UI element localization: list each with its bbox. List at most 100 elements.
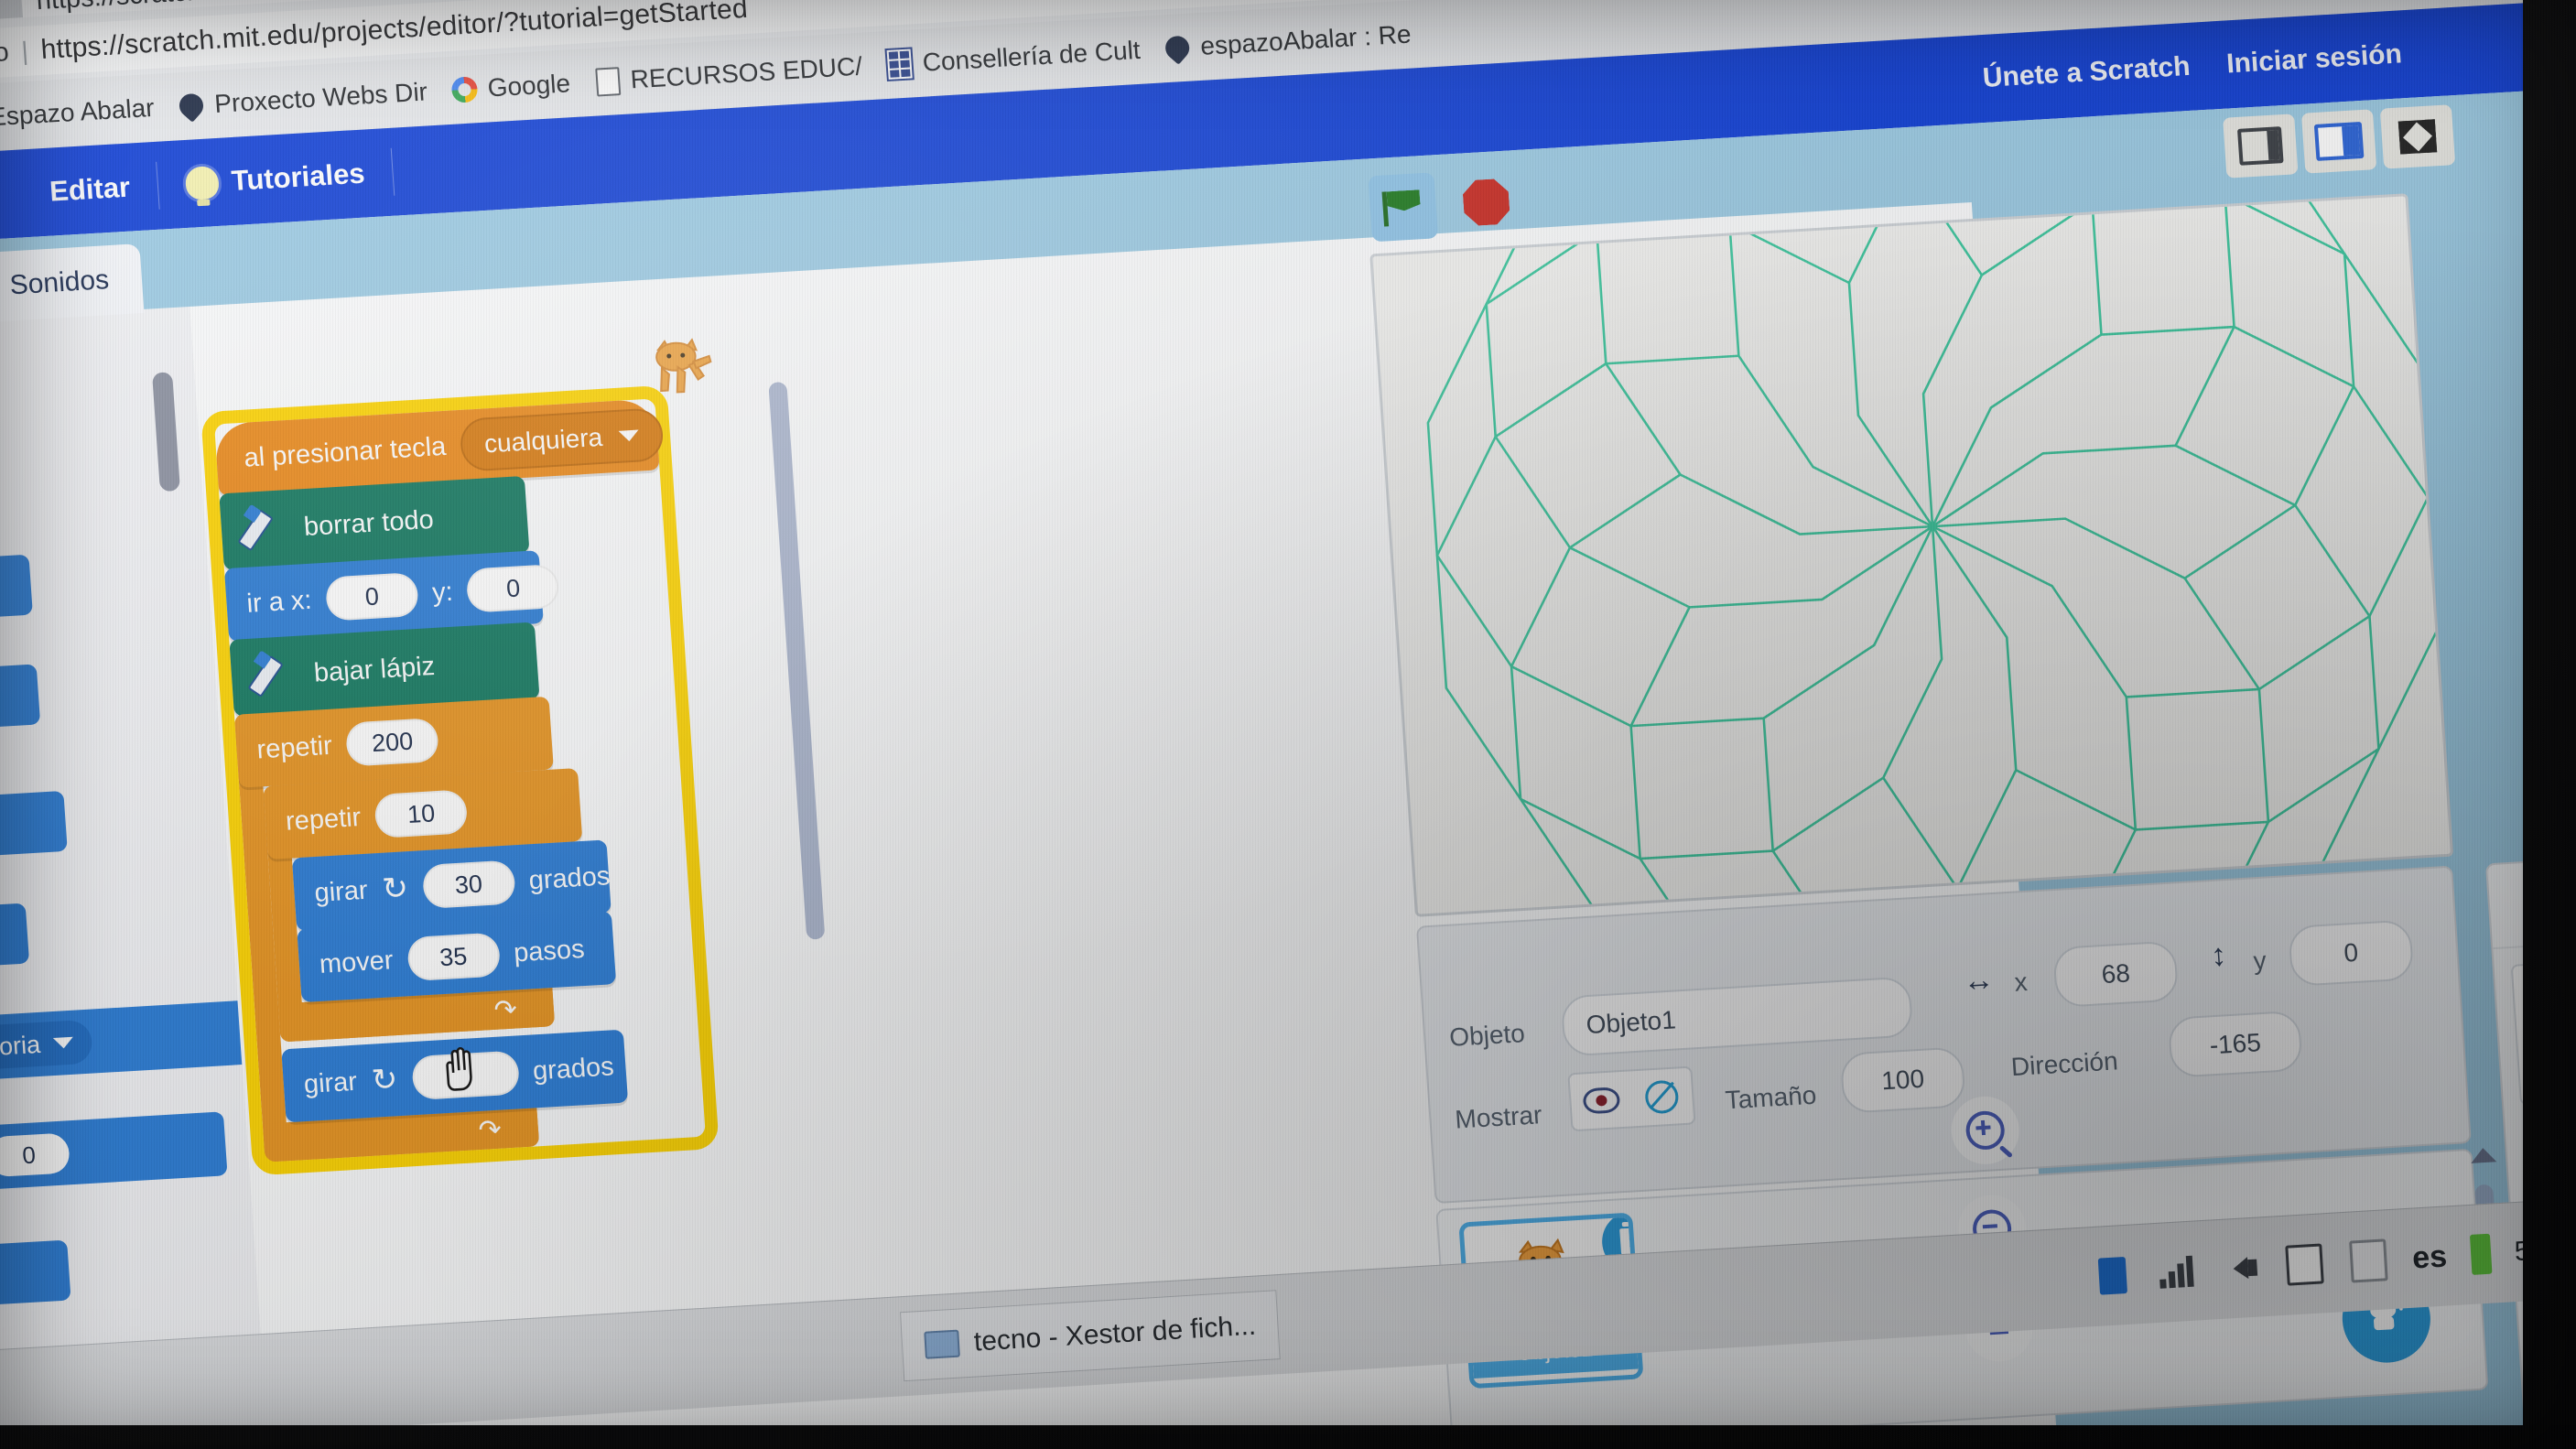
bookmark-label: Consellería de Cult [921, 35, 1142, 77]
run-controls [1355, 160, 1512, 251]
monitor-bezel-right [2523, 0, 2576, 1449]
block-suffix: grados [531, 1051, 615, 1086]
bookmark-recursos[interactable]: RECURSOS EDUC/ [593, 52, 863, 97]
palette-y-field[interactable]: 0 [0, 1132, 71, 1178]
display-icon[interactable] [2283, 1243, 2325, 1286]
x-label: x [2013, 967, 2029, 997]
green-flag-icon [1381, 189, 1424, 227]
chevron-down-icon [52, 1036, 74, 1050]
palette-block-4[interactable] [0, 903, 30, 982]
palette-block-2[interactable]: dos [0, 664, 41, 744]
secure-label: guro [0, 37, 10, 70]
bookmark-proxecto-webs[interactable]: Proxecto Webs Dir [175, 77, 428, 123]
menu-tutoriales[interactable]: Tutoriales [157, 156, 394, 202]
y-input[interactable]: 0 [466, 563, 561, 613]
photo-of-screen: https://scratch.mit.edu/projects/editor/… [0, 0, 2576, 1449]
large-stage-button[interactable] [2300, 109, 2377, 174]
bookmark-conselleria[interactable]: Consellería de Cult [884, 35, 1142, 82]
drop-icon [1161, 31, 1195, 65]
notes-icon[interactable] [2347, 1238, 2389, 1283]
eye-icon [1582, 1087, 1621, 1115]
chevron-down-icon [618, 429, 640, 442]
taskbar-item-xestor[interactable]: tecno - Xestor de fich... [899, 1290, 1282, 1382]
hide-button[interactable] [1629, 1068, 1694, 1127]
sprite-info-panel: Objeto Objeto1 ↔ x 68 ↕ y 0 Mostrar Tama… [1415, 865, 2472, 1205]
size-input[interactable]: 100 [1839, 1046, 1966, 1114]
x-axis-icon: ↔ [1962, 962, 1996, 999]
zoom-in-icon [1964, 1109, 2007, 1152]
stop-button[interactable] [1462, 178, 1510, 227]
palette-dropdown[interactable]: posición aleatoria [0, 1019, 93, 1079]
stage[interactable] [1369, 193, 2454, 917]
fullscreen-button[interactable] [2379, 104, 2456, 169]
pen-icon [247, 650, 300, 701]
scroll-up-icon[interactable] [2470, 1147, 2497, 1163]
network-icon[interactable] [2155, 1250, 2197, 1292]
pen-drawing [1426, 196, 2439, 914]
repetir-200-body: repetir 10 girar ↻ 30 grados mover 35 pa… [263, 768, 629, 1123]
palette-block-glide-random[interactable]: segs a posición aleatoria [0, 1000, 257, 1095]
repeat-count-input[interactable]: 10 [373, 789, 469, 838]
show-button[interactable] [1569, 1071, 1633, 1130]
x-input[interactable]: 0 [324, 571, 419, 622]
visibility-toggle[interactable] [1567, 1065, 1696, 1132]
tab-sonidos[interactable]: Sonidos [0, 243, 145, 327]
hand-cursor [446, 1046, 472, 1091]
key-dropdown-value: cualquiera [482, 422, 604, 459]
block-label: ir a x: [245, 585, 313, 619]
x-input[interactable]: 68 [2052, 940, 2180, 1009]
large-stage-icon [2313, 121, 2365, 161]
language-indicator[interactable]: es [2411, 1238, 2448, 1276]
green-flag-button[interactable] [1368, 172, 1439, 243]
palette-scrollbar[interactable] [152, 372, 180, 492]
canvas-scrollbar[interactable] [768, 381, 826, 940]
volume-icon[interactable] [2219, 1247, 2261, 1289]
battery-icon[interactable] [2469, 1233, 2493, 1275]
google-icon [450, 75, 480, 104]
eye-off-icon [1644, 1079, 1680, 1115]
sprite-name-input[interactable]: Objeto1 [1560, 976, 1914, 1057]
bookmark-espazoabalar-re[interactable]: espazoAbalar : Re [1161, 20, 1412, 65]
document-icon [593, 66, 622, 97]
tamano-label: Tamaño [1724, 1080, 1818, 1115]
tab-sonidos-label: Sonidos [8, 265, 111, 301]
repeat-count-input[interactable]: 200 [345, 717, 440, 767]
direction-input[interactable]: -165 [2167, 1010, 2303, 1078]
y-label: y: [431, 577, 454, 608]
palette-block-1[interactable]: los [0, 554, 33, 634]
folder-icon [924, 1329, 960, 1359]
block-suffix: grados [527, 860, 612, 895]
block-label: al presionar tecla [243, 431, 448, 473]
steps-input[interactable]: 35 [406, 932, 501, 982]
small-stage-button[interactable] [2223, 114, 2299, 178]
block-label: bajar lápiz [312, 651, 437, 688]
block-label: repetir [285, 802, 363, 837]
degrees-input[interactable]: 30 [421, 860, 516, 910]
fullscreen-icon [2397, 119, 2438, 155]
mostrar-label: Mostrar [1454, 1100, 1543, 1134]
menu-archivo[interactable]: vo [0, 177, 24, 215]
pen-icon [237, 503, 290, 555]
key-dropdown[interactable]: cualquiera [459, 407, 665, 472]
drop-icon [175, 89, 209, 123]
direccion-label: Dirección [2009, 1046, 2119, 1082]
join-scratch-link[interactable]: Únete a Scratch [1982, 51, 2192, 94]
y-input[interactable]: 0 [2288, 919, 2415, 988]
palette-block-3[interactable]: toria [0, 790, 68, 872]
lightbulb-icon [184, 165, 221, 200]
block-suffix: pasos [513, 934, 586, 968]
bookmark-label: Espazo Abalar [0, 92, 156, 132]
palette-block-glide-xy[interactable]: segs a x: 0 y: 0 [0, 1111, 228, 1205]
palette-block-apuntar-direccion[interactable]: ión 90 [0, 1239, 71, 1320]
url-separator: | [20, 36, 29, 66]
block-label: repetir [255, 730, 333, 764]
block-label: girar [313, 875, 369, 908]
zoom-in-button[interactable] [1949, 1094, 2022, 1166]
script-stack[interactable]: al presionar tecla cualquiera borrar tod… [200, 384, 720, 1176]
bookmark-google[interactable]: Google [450, 69, 571, 105]
menu-editar[interactable]: Editar [21, 169, 158, 211]
bluetooth-icon[interactable] [2092, 1255, 2134, 1297]
block-label: borrar todo [302, 504, 435, 542]
bookmark-espazo-abalar[interactable]: Espazo Abalar [0, 93, 156, 135]
login-link[interactable]: Iniciar sesión [2225, 38, 2403, 80]
